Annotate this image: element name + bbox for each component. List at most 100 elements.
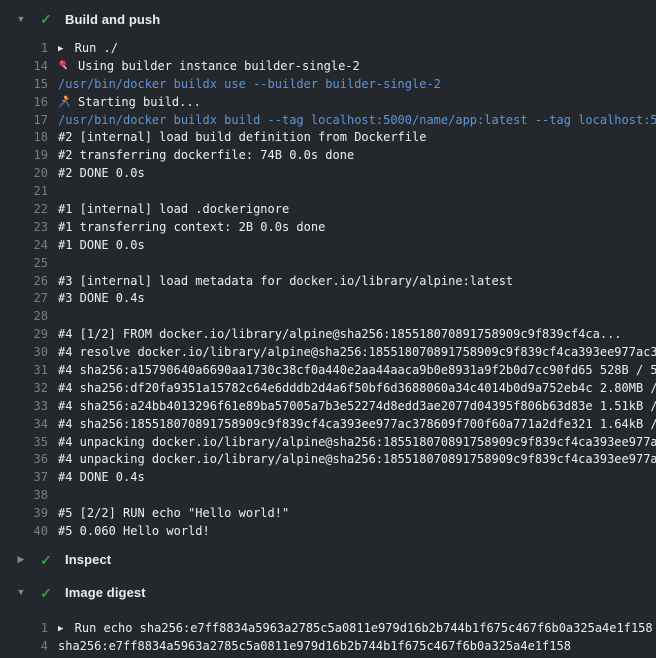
line-text: #3 [internal] load metadata for docker.i… bbox=[58, 273, 656, 291]
line-text: /usr/bin/docker buildx use --builder bui… bbox=[58, 76, 656, 94]
log-line: 35 #4 unpacking docker.io/library/alpine… bbox=[0, 434, 656, 452]
run-expander-icon[interactable]: ▶ bbox=[58, 41, 63, 59]
line-number[interactable]: 16 bbox=[0, 94, 48, 112]
line-number[interactable]: 1 bbox=[0, 620, 48, 638]
log-line: 30 #4 resolve docker.io/library/alpine@s… bbox=[0, 344, 656, 362]
line-text: #2 [internal] load build definition from… bbox=[58, 129, 656, 147]
section-header[interactable]: ▼ ✓ Image digest bbox=[0, 580, 656, 606]
log-section-inspect: ▶ ✓ Inspect bbox=[0, 547, 656, 573]
line-number[interactable]: 35 bbox=[0, 434, 48, 452]
log-line: 29 #4 [1/2] FROM docker.io/library/alpin… bbox=[0, 326, 656, 344]
log-line: 28 bbox=[0, 308, 656, 326]
run-expander-icon[interactable]: ▶ bbox=[58, 621, 63, 639]
log-line: 34 #4 sha256:185518070891758909c9f839cf4… bbox=[0, 416, 656, 434]
line-number[interactable]: 39 bbox=[0, 505, 48, 523]
line-number[interactable]: 28 bbox=[0, 308, 48, 326]
line-number[interactable]: 33 bbox=[0, 398, 48, 416]
line-number[interactable]: 25 bbox=[0, 255, 48, 273]
line-text: #2 transferring dockerfile: 74B 0.0s don… bbox=[58, 147, 656, 165]
workflow-log-viewer: ▼ ✓ Build and push 1 ▶ Run ./ 14 Using b… bbox=[0, 0, 656, 658]
runner-icon bbox=[58, 95, 71, 108]
log-line: 39 #5 [2/2] RUN echo "Hello world!" bbox=[0, 505, 656, 523]
check-success-icon: ✓ bbox=[39, 12, 53, 26]
log-line: 22 #1 [internal] load .dockerignore bbox=[0, 201, 656, 219]
log-line: 31 #4 sha256:a15790640a6690aa1730c38cf0a… bbox=[0, 362, 656, 380]
line-number[interactable]: 32 bbox=[0, 380, 48, 398]
line-text: #1 transferring context: 2B 0.0s done bbox=[58, 219, 656, 237]
line-text: Using builder instance builder-single-2 bbox=[58, 58, 656, 76]
line-text: #4 DONE 0.4s bbox=[58, 469, 656, 487]
line-number[interactable]: 1 bbox=[0, 40, 48, 58]
log-section-build-and-push: ▼ ✓ Build and push 1 ▶ Run ./ 14 Using b… bbox=[0, 6, 656, 541]
line-number[interactable]: 29 bbox=[0, 326, 48, 344]
line-text: Starting build... bbox=[58, 94, 656, 112]
log-line: 14 Using builder instance builder-single… bbox=[0, 58, 656, 76]
chevron-icon[interactable]: ▶ bbox=[15, 555, 27, 564]
log-line: 20 #2 DONE 0.0s bbox=[0, 165, 656, 183]
log-line: 23 #1 transferring context: 2B 0.0s done bbox=[0, 219, 656, 237]
log-line: 25 bbox=[0, 255, 656, 273]
line-number[interactable]: 4 bbox=[0, 638, 48, 656]
chevron-icon[interactable]: ▼ bbox=[15, 15, 27, 24]
line-number[interactable]: 24 bbox=[0, 237, 48, 255]
line-number[interactable]: 30 bbox=[0, 344, 48, 362]
check-success-icon: ✓ bbox=[39, 553, 53, 567]
log-line: 1 ▶ Run ./ bbox=[0, 40, 656, 58]
line-text: #3 DONE 0.4s bbox=[58, 290, 656, 308]
line-number[interactable]: 38 bbox=[0, 487, 48, 505]
section-header[interactable]: ▶ ✓ Inspect bbox=[0, 547, 656, 573]
line-number[interactable]: 40 bbox=[0, 523, 48, 541]
log-line: 19 #2 transferring dockerfile: 74B 0.0s … bbox=[0, 147, 656, 165]
line-text: /usr/bin/docker buildx build --tag local… bbox=[58, 112, 656, 130]
log-line: 33 #4 sha256:a24bb4013296f61e89ba57005a7… bbox=[0, 398, 656, 416]
log-line: 15 /usr/bin/docker buildx use --builder … bbox=[0, 76, 656, 94]
log-line: 32 #4 sha256:df20fa9351a15782c64e6dddb2d… bbox=[0, 380, 656, 398]
line-number[interactable]: 27 bbox=[0, 290, 48, 308]
log-line: 1 ▶ Run echo sha256:e7ff8834a5963a2785c5… bbox=[0, 620, 656, 638]
section-title: Image digest bbox=[65, 585, 146, 600]
check-success-icon: ✓ bbox=[39, 586, 53, 600]
line-number[interactable]: 18 bbox=[0, 129, 48, 147]
section-header[interactable]: ▼ ✓ Build and push bbox=[0, 6, 656, 32]
line-text: #4 sha256:df20fa9351a15782c64e6dddb2d4a6… bbox=[58, 380, 656, 398]
line-text: #2 DONE 0.0s bbox=[58, 165, 656, 183]
line-number[interactable]: 19 bbox=[0, 147, 48, 165]
line-text: #4 sha256:a24bb4013296f61e89ba57005a7b3e… bbox=[58, 398, 656, 416]
pushpin-icon bbox=[58, 59, 71, 72]
log-line: 36 #4 unpacking docker.io/library/alpine… bbox=[0, 451, 656, 469]
section-body: 1 ▶ Run ./ 14 Using builder instance bui… bbox=[0, 40, 656, 541]
log-line: 37 #4 DONE 0.4s bbox=[0, 469, 656, 487]
log-line: 21 bbox=[0, 183, 656, 201]
log-line: 26 #3 [internal] load metadata for docke… bbox=[0, 273, 656, 291]
line-text: #4 sha256:185518070891758909c9f839cf4ca3… bbox=[58, 416, 656, 434]
log-line: 24 #1 DONE 0.0s bbox=[0, 237, 656, 255]
line-number[interactable]: 15 bbox=[0, 76, 48, 94]
line-number[interactable]: 17 bbox=[0, 112, 48, 130]
line-number[interactable]: 36 bbox=[0, 451, 48, 469]
line-number[interactable]: 21 bbox=[0, 183, 48, 201]
line-text: #1 DONE 0.0s bbox=[58, 237, 656, 255]
section-title: Build and push bbox=[65, 12, 160, 27]
line-number[interactable]: 31 bbox=[0, 362, 48, 380]
log-line: 16 Starting build... bbox=[0, 94, 656, 112]
chevron-icon[interactable]: ▼ bbox=[15, 588, 27, 597]
line-number[interactable]: 14 bbox=[0, 58, 48, 76]
line-number[interactable]: 34 bbox=[0, 416, 48, 434]
line-number[interactable]: 26 bbox=[0, 273, 48, 291]
section-body: 1 ▶ Run echo sha256:e7ff8834a5963a2785c5… bbox=[0, 620, 656, 656]
line-text: #1 [internal] load .dockerignore bbox=[58, 201, 656, 219]
line-number[interactable]: 22 bbox=[0, 201, 48, 219]
line-number[interactable]: 23 bbox=[0, 219, 48, 237]
line-text: #4 resolve docker.io/library/alpine@sha2… bbox=[58, 344, 656, 362]
line-text: sha256:e7ff8834a5963a2785c5a0811e979d16b… bbox=[58, 638, 656, 656]
line-number[interactable]: 37 bbox=[0, 469, 48, 487]
log-line: 40 #5 0.060 Hello world! bbox=[0, 523, 656, 541]
log-line: 18 #2 [internal] load build definition f… bbox=[0, 129, 656, 147]
line-text: #4 unpacking docker.io/library/alpine@sh… bbox=[58, 451, 656, 469]
line-text: #5 0.060 Hello world! bbox=[58, 523, 656, 541]
line-text: #4 [1/2] FROM docker.io/library/alpine@s… bbox=[58, 326, 656, 344]
line-number[interactable]: 20 bbox=[0, 165, 48, 183]
line-text: #5 [2/2] RUN echo "Hello world!" bbox=[58, 505, 656, 523]
log-line: 17 /usr/bin/docker buildx build --tag lo… bbox=[0, 112, 656, 130]
log-line: 27 #3 DONE 0.4s bbox=[0, 290, 656, 308]
